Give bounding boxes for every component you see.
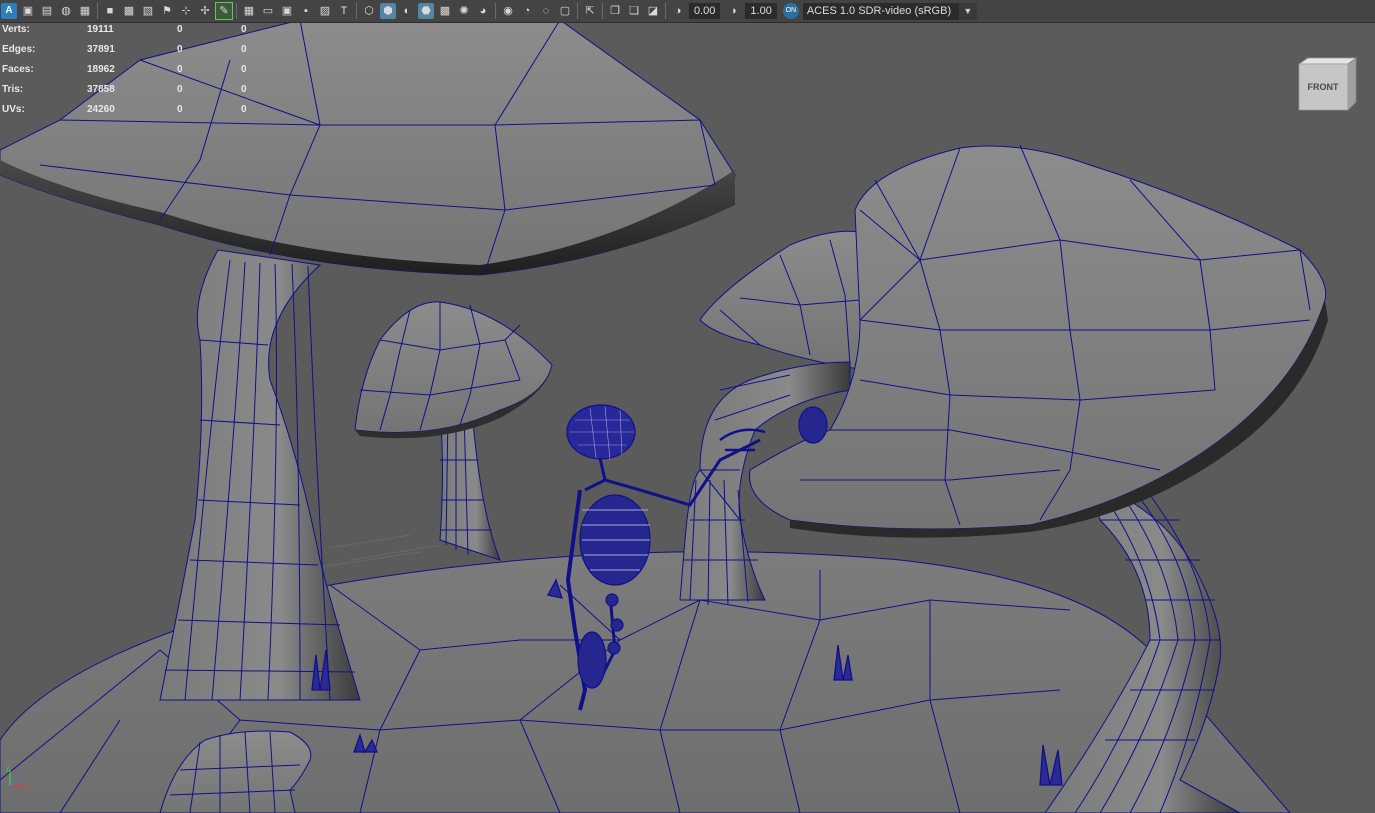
hud-row-tris: Tris: 37858 0 0 bbox=[2, 84, 262, 104]
mushroom-small-back bbox=[354, 301, 553, 561]
view-cube[interactable]: FRONT bbox=[1296, 56, 1358, 112]
hud-value: 0 bbox=[177, 104, 183, 115]
hud-row-edges: Edges: 37891 0 0 bbox=[2, 44, 262, 64]
hud-row-verts: Verts: 19111 0 0 bbox=[2, 24, 262, 44]
bookmark-icon[interactable]: ▦ bbox=[77, 3, 93, 19]
hud-value: 0 bbox=[177, 24, 183, 35]
hud-label: UVs: bbox=[2, 104, 25, 115]
hud-label: Tris: bbox=[2, 84, 24, 95]
toolbar-separator bbox=[577, 3, 578, 19]
field-chart-icon[interactable]: ▨ bbox=[317, 3, 333, 19]
film-gate-toggle-icon[interactable]: ▭ bbox=[260, 3, 276, 19]
axis-y-label: y bbox=[6, 766, 9, 772]
hud-value: 18962 bbox=[87, 64, 115, 75]
toolbar-separator bbox=[236, 3, 237, 19]
hud-value: 0 bbox=[241, 104, 247, 115]
smooth-shade-icon[interactable]: ⬢ bbox=[380, 3, 396, 19]
xray-joints-icon[interactable]: ◌ bbox=[538, 3, 554, 19]
toolbar-separator bbox=[665, 3, 666, 19]
camera-attributes-icon[interactable]: ◍ bbox=[58, 3, 74, 19]
hud-label: Verts: bbox=[2, 24, 30, 35]
view-select-icon[interactable]: ▣ bbox=[20, 3, 36, 19]
default-material-icon[interactable]: ◐ bbox=[399, 3, 415, 19]
color-space-label: ACES 1.0 SDR-video (sRGB) bbox=[806, 4, 952, 17]
axis-z-label: z bbox=[16, 775, 19, 781]
resolution-gate-icon[interactable]: ▧ bbox=[140, 3, 156, 19]
toolbar-separator bbox=[495, 3, 496, 19]
viewport-toolbar: A ▣ ▤ ◍ ▦ ■ ▩ ▧ ⚑ ⊹ ✢ ✎ ▦ ▭ ▣ ▪ ▨ T ⬡ ⬢ … bbox=[0, 0, 1375, 23]
hud-value: 24260 bbox=[87, 104, 115, 115]
hud-value: 37858 bbox=[87, 84, 115, 95]
gamma-icon[interactable]: ◗ bbox=[726, 3, 742, 19]
wireframe-icon[interactable]: ⬡ bbox=[361, 3, 377, 19]
hud-value: 0 bbox=[241, 84, 247, 95]
hud-icon[interactable]: ⇱ bbox=[582, 3, 598, 19]
bookmark-flag-icon[interactable]: ⚑ bbox=[159, 3, 175, 19]
film-gate-icon[interactable]: ▩ bbox=[121, 3, 137, 19]
wireframe-on-shaded-icon[interactable]: ⬣ bbox=[418, 3, 434, 19]
toolbar-separator bbox=[97, 3, 98, 19]
motion-blur-icon[interactable]: ❏ bbox=[626, 3, 642, 19]
lock-camera-icon[interactable]: ▤ bbox=[39, 3, 55, 19]
hud-value: 0 bbox=[177, 64, 183, 75]
poly-count-hud: Verts: 19111 0 0 Edges: 37891 0 0 Faces:… bbox=[2, 24, 262, 124]
resolution-toggle-icon[interactable]: ▣ bbox=[279, 3, 295, 19]
lighting-icon[interactable]: ✺ bbox=[456, 3, 472, 19]
toolbar-separator bbox=[602, 3, 603, 19]
select-all-icon[interactable]: A bbox=[1, 3, 17, 19]
hud-value: 0 bbox=[177, 84, 183, 95]
gate-mask-icon[interactable]: ▪ bbox=[298, 3, 314, 19]
hud-value: 37891 bbox=[87, 44, 115, 55]
xray-icon[interactable]: ◔ bbox=[519, 3, 535, 19]
gamma-field[interactable]: 1.00 bbox=[745, 3, 777, 19]
toolbar-separator bbox=[356, 3, 357, 19]
anti-aliasing-icon[interactable]: ◪ bbox=[645, 3, 661, 19]
hud-value: 0 bbox=[177, 44, 183, 55]
hud-row-uvs: UVs: 24260 0 0 bbox=[2, 104, 262, 124]
grease-pencil-icon[interactable]: ✎ bbox=[215, 2, 233, 20]
hud-row-faces: Faces: 18962 0 0 bbox=[2, 64, 262, 84]
chevron-down-icon: ▼ bbox=[958, 2, 977, 20]
hud-value: 0 bbox=[241, 64, 247, 75]
mushroom-left-stem bbox=[159, 249, 361, 701]
exposure-icon[interactable]: ◑ bbox=[670, 3, 686, 19]
xray-components-icon[interactable]: ▢ bbox=[557, 3, 573, 19]
image-plane-icon[interactable]: ⊹ bbox=[178, 3, 194, 19]
grid-icon[interactable]: ▦ bbox=[241, 3, 257, 19]
pivot-icon[interactable]: ✢ bbox=[197, 3, 213, 19]
camera-icon[interactable]: ■ bbox=[102, 3, 118, 19]
isolate-select-icon[interactable]: ◉ bbox=[500, 3, 516, 19]
exposure-field[interactable]: 0.00 bbox=[689, 3, 721, 19]
hud-value: 0 bbox=[241, 44, 247, 55]
hud-label: Edges: bbox=[2, 44, 36, 55]
safe-title-icon[interactable]: T bbox=[336, 3, 352, 19]
hud-value: 0 bbox=[241, 24, 247, 35]
axis-x-label: x bbox=[27, 785, 30, 791]
color-space-dropdown[interactable]: ACES 1.0 SDR-video (sRGB) ▼ bbox=[802, 2, 977, 20]
axis-gizmo: y z x bbox=[6, 766, 30, 791]
textured-icon[interactable]: ▩ bbox=[437, 3, 453, 19]
hud-label: Faces: bbox=[2, 64, 34, 75]
shadows-icon[interactable]: ◕ bbox=[475, 3, 491, 19]
view-cube-face-label: FRONT bbox=[1308, 82, 1339, 92]
screen-space-ao-icon[interactable]: ❐ bbox=[607, 3, 623, 19]
hud-value: 19111 bbox=[87, 24, 114, 35]
color-management-toggle[interactable]: ON bbox=[782, 3, 799, 19]
